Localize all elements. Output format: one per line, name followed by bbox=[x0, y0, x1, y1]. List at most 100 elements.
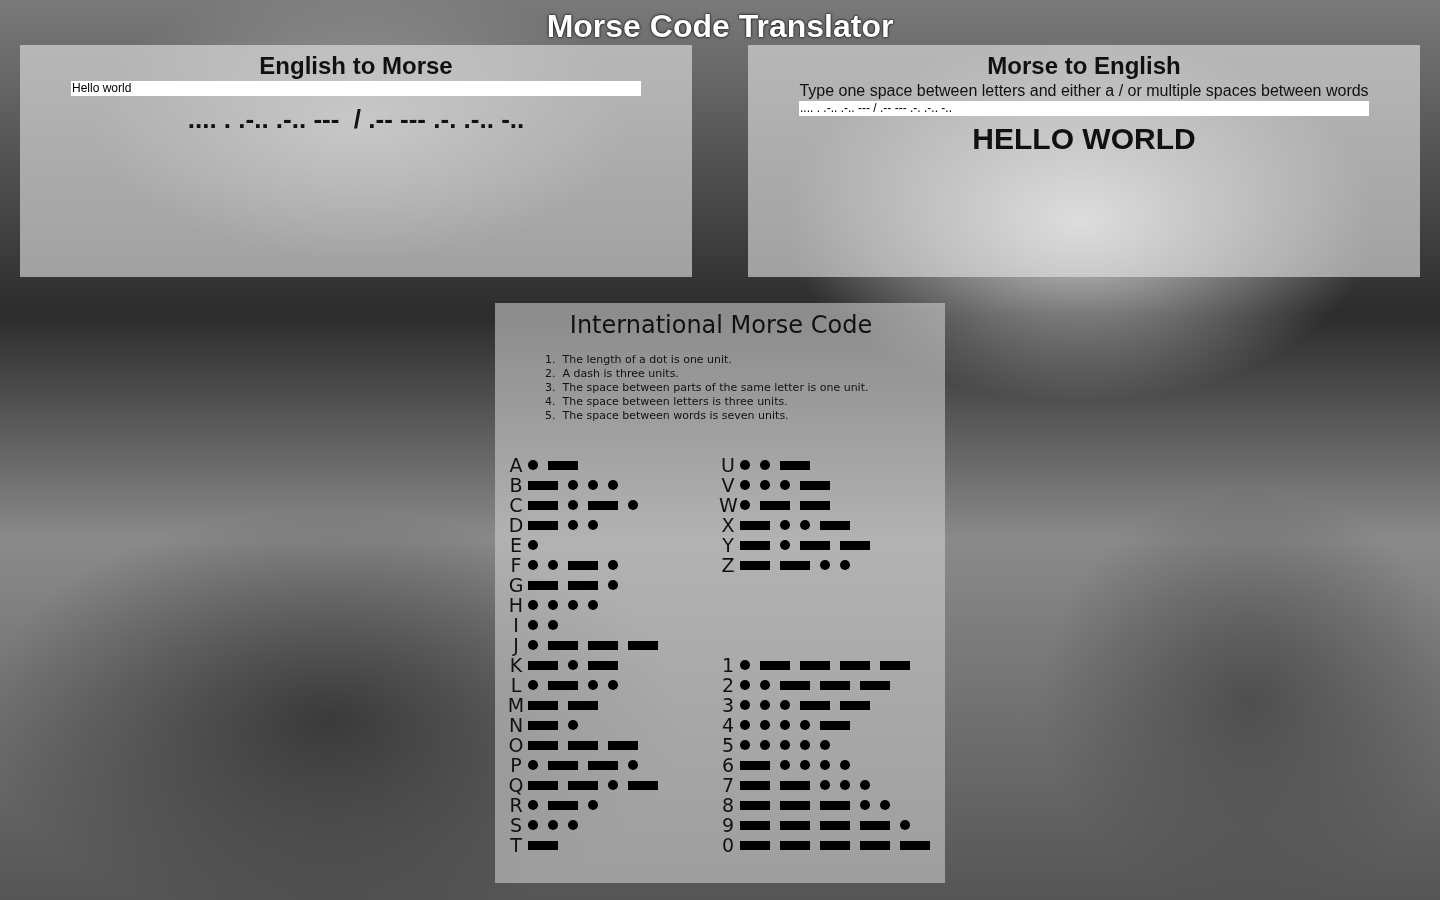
dash-mark bbox=[528, 521, 558, 530]
english-input[interactable] bbox=[71, 81, 641, 96]
page: Morse Code TranslatorEnglish to Morse...… bbox=[0, 0, 1440, 900]
code-character: L bbox=[507, 675, 525, 695]
dash-mark bbox=[900, 841, 930, 850]
rules-list: 1. The length of a dot is one unit.2. A … bbox=[507, 353, 935, 423]
dot-mark bbox=[608, 480, 618, 490]
rule-number: 3. bbox=[545, 381, 559, 395]
code-row: R bbox=[507, 795, 719, 815]
dot-mark bbox=[528, 540, 538, 550]
translator-row: English to Morse.... . .-.. .-.. --- / .… bbox=[0, 44, 1440, 277]
code-row: Y bbox=[719, 535, 935, 555]
code-character: S bbox=[507, 815, 525, 835]
dot-mark bbox=[548, 560, 558, 570]
code-row: I bbox=[507, 615, 719, 635]
dash-mark bbox=[780, 781, 810, 790]
dot-mark bbox=[548, 820, 558, 830]
dot-mark bbox=[568, 520, 578, 530]
code-character: N bbox=[507, 715, 525, 735]
code-marks bbox=[528, 680, 618, 690]
dash-mark bbox=[800, 701, 830, 710]
dash-mark bbox=[820, 521, 850, 530]
code-character: M bbox=[507, 695, 525, 715]
code-row: T bbox=[507, 835, 719, 855]
dash-mark bbox=[568, 561, 598, 570]
dash-mark bbox=[528, 721, 558, 730]
dot-mark bbox=[740, 480, 750, 490]
dash-mark bbox=[568, 741, 598, 750]
dot-mark bbox=[588, 600, 598, 610]
dot-mark bbox=[528, 620, 538, 630]
code-character: W bbox=[719, 495, 737, 515]
dash-mark bbox=[860, 681, 890, 690]
morse-input[interactable] bbox=[799, 101, 1369, 116]
code-marks bbox=[740, 540, 870, 550]
dash-mark bbox=[860, 821, 890, 830]
dash-mark bbox=[800, 481, 830, 490]
code-character: H bbox=[507, 595, 525, 615]
code-marks bbox=[528, 720, 578, 730]
code-character: 9 bbox=[719, 815, 737, 835]
dash-mark bbox=[528, 701, 558, 710]
dot-mark bbox=[800, 760, 810, 770]
code-character: 5 bbox=[719, 735, 737, 755]
code-marks bbox=[528, 820, 578, 830]
dot-mark bbox=[588, 520, 598, 530]
dash-mark bbox=[820, 681, 850, 690]
code-row: Q bbox=[507, 775, 719, 795]
code-row: O bbox=[507, 735, 719, 755]
code-row: Z bbox=[719, 555, 935, 575]
code-row: 7 bbox=[719, 775, 935, 795]
dot-mark bbox=[528, 560, 538, 570]
dash-mark bbox=[740, 841, 770, 850]
dot-mark bbox=[780, 720, 790, 730]
dot-mark bbox=[760, 680, 770, 690]
dash-mark bbox=[800, 501, 830, 510]
code-row: F bbox=[507, 555, 719, 575]
dash-mark bbox=[528, 501, 558, 510]
code-character: T bbox=[507, 835, 525, 855]
dot-mark bbox=[608, 580, 618, 590]
dot-mark bbox=[880, 800, 890, 810]
dot-mark bbox=[800, 740, 810, 750]
code-marks bbox=[528, 540, 538, 550]
dash-mark bbox=[528, 781, 558, 790]
dot-mark bbox=[568, 660, 578, 670]
code-row: B bbox=[507, 475, 719, 495]
dash-mark bbox=[840, 701, 870, 710]
rule-text: The space between words is seven units. bbox=[563, 409, 789, 422]
code-marks bbox=[740, 660, 910, 670]
dot-mark bbox=[780, 760, 790, 770]
code-marks bbox=[740, 720, 850, 730]
code-marks bbox=[528, 480, 618, 490]
dot-mark bbox=[900, 820, 910, 830]
code-character: P bbox=[507, 755, 525, 775]
dash-mark bbox=[740, 781, 770, 790]
rule-number: 5. bbox=[545, 409, 559, 423]
dash-mark bbox=[548, 641, 578, 650]
code-column: UVWXYZ1234567890 bbox=[719, 455, 935, 855]
dot-mark bbox=[780, 480, 790, 490]
dot-mark bbox=[528, 640, 538, 650]
code-row: W bbox=[719, 495, 935, 515]
dot-mark bbox=[780, 700, 790, 710]
dash-mark bbox=[740, 801, 770, 810]
dot-mark bbox=[568, 720, 578, 730]
dot-mark bbox=[548, 620, 558, 630]
dash-mark bbox=[780, 801, 810, 810]
dash-mark bbox=[780, 681, 810, 690]
dot-mark bbox=[528, 680, 538, 690]
code-marks bbox=[740, 480, 830, 490]
dot-mark bbox=[760, 480, 770, 490]
dash-mark bbox=[588, 761, 618, 770]
code-row: K bbox=[507, 655, 719, 675]
code-marks bbox=[740, 680, 890, 690]
code-character: Q bbox=[507, 775, 525, 795]
dot-mark bbox=[628, 500, 638, 510]
page-title: Morse Code Translator bbox=[0, 0, 1440, 44]
code-marks bbox=[528, 580, 618, 590]
dash-mark bbox=[780, 841, 810, 850]
dot-mark bbox=[568, 480, 578, 490]
code-character: F bbox=[507, 555, 525, 575]
dash-mark bbox=[568, 781, 598, 790]
english-to-morse-panel: English to Morse.... . .-.. .-.. --- / .… bbox=[20, 45, 692, 277]
